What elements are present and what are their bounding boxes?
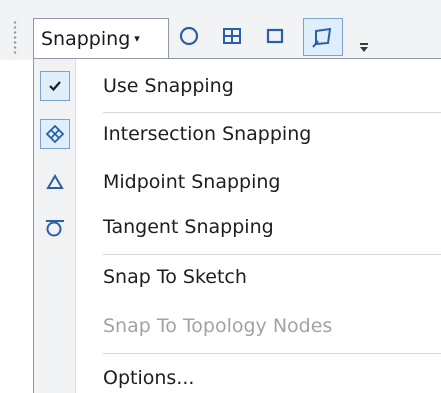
menu-separator xyxy=(103,254,441,255)
toolbar-grip-handle[interactable] xyxy=(13,20,17,56)
end-snapping-icon xyxy=(312,27,332,48)
menu-item-label: Intersection Snapping xyxy=(103,123,312,145)
use-snapping-check-box xyxy=(40,71,70,101)
snapping-dropdown-button[interactable]: Snapping ▾ xyxy=(33,18,169,58)
menu-item-label: Midpoint Snapping xyxy=(103,171,281,193)
snapping-toolbar: Snapping ▾ xyxy=(0,0,441,60)
menu-item-tangent-snapping[interactable]: Tangent Snapping xyxy=(34,207,441,247)
checkmark-icon xyxy=(49,81,61,92)
menu-item-intersection-snapping[interactable]: Intersection Snapping xyxy=(34,114,441,154)
menu-item-use-snapping[interactable]: Use Snapping xyxy=(34,66,441,106)
chevron-down-icon: ▾ xyxy=(134,32,140,45)
vertex-snapping-icon xyxy=(223,28,241,44)
menu-item-label: Options... xyxy=(103,367,195,389)
point-snapping-button[interactable] xyxy=(173,20,205,52)
menu-item-snap-to-sketch[interactable]: Snap To Sketch xyxy=(34,257,441,297)
midpoint-snapping-icon xyxy=(46,174,64,189)
snapping-menu: Use Snapping Intersection Snapping Midpo… xyxy=(33,58,441,393)
menu-item-snap-to-topology-nodes: Snap To Topology Nodes xyxy=(34,306,441,346)
snapping-ui: Snapping ▾ Use Snapping Intersection Sna… xyxy=(0,0,441,393)
snapping-dropdown-label: Snapping xyxy=(41,27,131,50)
menu-item-midpoint-snapping[interactable]: Midpoint Snapping xyxy=(34,162,441,202)
edge-snapping-button[interactable] xyxy=(259,20,291,52)
intersection-snapping-icon xyxy=(45,124,65,144)
menu-item-label: Use Snapping xyxy=(103,75,234,97)
end-snapping-button[interactable] xyxy=(303,18,343,56)
toolbar-overflow-icon[interactable] xyxy=(358,34,370,54)
menu-separator xyxy=(103,353,441,354)
menu-separator xyxy=(103,112,441,113)
edge-snapping-icon xyxy=(266,28,284,44)
midpoint-snapping-icon-box xyxy=(40,167,70,197)
menu-item-label: Snap To Sketch xyxy=(103,266,247,288)
vertex-snapping-button[interactable] xyxy=(216,20,248,52)
menu-item-label: Tangent Snapping xyxy=(103,216,274,238)
tangent-snapping-icon xyxy=(46,220,64,237)
menu-item-label: Snap To Topology Nodes xyxy=(103,315,333,337)
point-snapping-icon xyxy=(179,26,199,46)
menu-item-options[interactable]: Options... xyxy=(34,358,441,393)
tangent-snapping-icon-box xyxy=(40,212,70,242)
intersection-snapping-check-box xyxy=(40,119,70,149)
